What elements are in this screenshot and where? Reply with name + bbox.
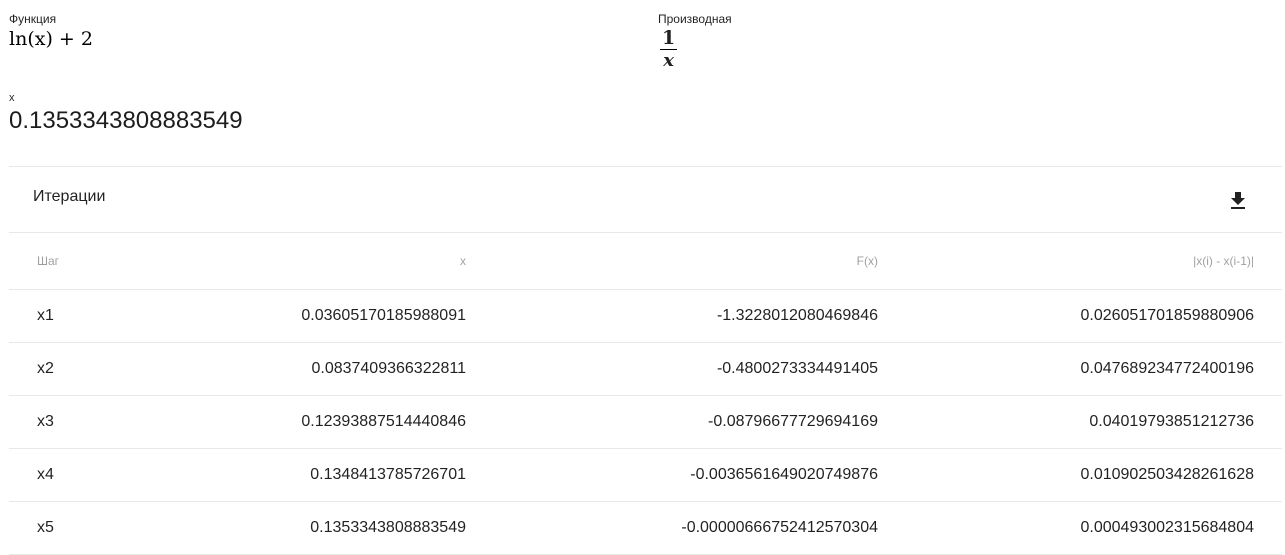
cell-step: x2 <box>9 342 177 396</box>
cell-x: 0.1348413785726701 <box>177 448 466 502</box>
table-row: x3 0.12393887514440846 -0.08796677729694… <box>9 395 1282 449</box>
table-row: x1 0.03605170185988091 -1.32280120804698… <box>9 289 1282 343</box>
cell-step: x3 <box>9 395 177 449</box>
cell-fx: -0.4800273334491405 <box>466 342 878 396</box>
function-label: Функция <box>9 12 57 26</box>
derivative-denominator: x <box>663 50 674 71</box>
cell-fx: -1.3228012080469846 <box>466 289 878 343</box>
cell-fx: -0.08796677729694169 <box>466 395 878 449</box>
result-label: x <box>9 92 15 104</box>
download-button[interactable] <box>1226 189 1250 213</box>
table-row: x2 0.0837409366322811 -0.480027333449140… <box>9 342 1282 396</box>
iterations-title: Итерации <box>33 188 106 205</box>
function-expression: ln(x) + 2 <box>9 28 93 50</box>
derivative-label: Производная <box>658 12 732 26</box>
result-value: 0.1353343808883549 <box>9 107 243 134</box>
iterations-header: Итерации <box>9 167 1282 233</box>
function-block: Функция ln(x) + 2 <box>9 12 93 50</box>
table-row: x5 0.1353343808883549 -0.000006667524125… <box>9 501 1282 555</box>
cell-delta: 0.00049300231568480​4 <box>878 501 1282 555</box>
cell-x: 0.1353343808883549 <box>177 501 466 555</box>
derivative-block: Производная 1 x <box>658 12 732 71</box>
column-header-x[interactable]: x <box>177 233 466 290</box>
column-header-delta[interactable]: |x(i) - x(i-1)| <box>878 233 1282 290</box>
inputs-panel: Функция ln(x) + 2 Производная 1 x x 0.13… <box>9 0 1282 140</box>
cell-delta: 0.04019793851212736 <box>878 395 1282 449</box>
cell-step: x5 <box>9 501 177 555</box>
cell-x: 0.12393887514440846 <box>177 395 466 449</box>
cell-step: x1 <box>9 289 177 343</box>
cell-x: 0.0837409366322811 <box>177 342 466 396</box>
cell-step: x4 <box>9 448 177 502</box>
cell-x: 0.03605170185988091 <box>177 289 466 343</box>
column-header-fx[interactable]: F(x) <box>466 233 878 290</box>
result-block: x 0.1353343808883549 <box>9 91 243 135</box>
function-formula[interactable]: ln(x) + 2 <box>9 28 93 50</box>
derivative-numerator: 1 <box>660 27 678 50</box>
cell-delta: 0.010902503428261628 <box>878 448 1282 502</box>
table-row: x4 0.1348413785726701 -0.003656164902074… <box>9 448 1282 502</box>
derivative-formula: 1 x <box>660 27 678 71</box>
iterations-table: Шаг x F(x) |x(i) - x(i-1)| x1 0.03605170… <box>9 233 1282 555</box>
column-header-step[interactable]: Шаг <box>9 233 177 290</box>
cell-delta: 0.026051701859880906 <box>878 289 1282 343</box>
cell-delta: 0.047689234772400196 <box>878 342 1282 396</box>
cell-fx: -0.0036561649020749876 <box>466 448 878 502</box>
table-header-row: Шаг x F(x) |x(i) - x(i-1)| <box>9 233 1282 290</box>
iterations-card: Итерации Шаг x F(x) |x(i) - x(i-1)| x1 0… <box>9 166 1282 555</box>
download-icon <box>1231 192 1245 209</box>
cell-fx: -0.00000666752412570304 <box>466 501 878 555</box>
